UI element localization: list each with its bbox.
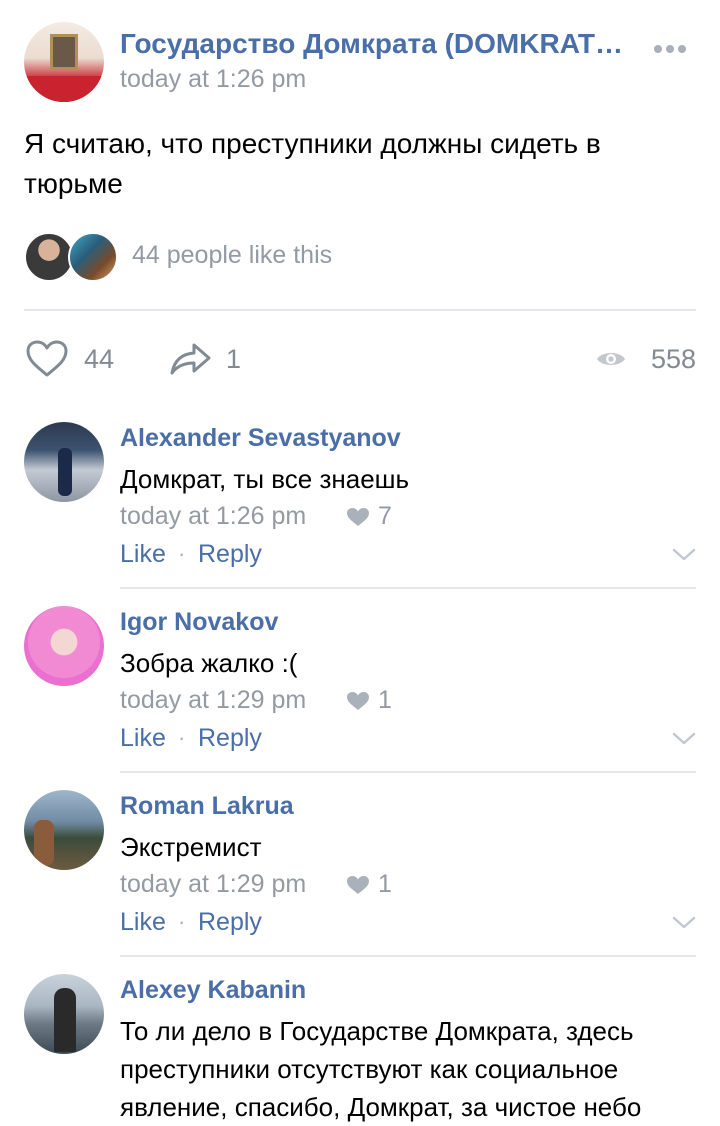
comment-reply-button[interactable]: Reply [198,722,262,754]
likers-text[interactable]: 44 people like this [132,240,332,270]
comment-item: Alexey Kabanin То ли дело в Государстве … [24,974,696,1122]
comment-avatar[interactable] [24,606,104,686]
comment-avatar[interactable] [24,790,104,870]
heart-icon [347,508,369,526]
chevron-down-icon[interactable] [672,916,696,930]
group-avatar-portrait [50,34,78,70]
share-count[interactable]: 1 [226,342,241,376]
comment-timestamp: today at 1:26 pm [120,502,307,530]
comment-avatar[interactable] [24,422,104,502]
liker-avatar[interactable] [68,232,118,282]
comment-meta: today at 1:29 pm 1 [120,868,696,900]
comment-actions: Like · Reply [120,538,696,570]
comment-like-count: 1 [378,870,392,898]
chevron-down-icon[interactable] [672,732,696,746]
comment-like-count: 7 [378,502,392,530]
comment-like-count: 1 [378,686,392,714]
post-header: Государство Домкрата (DOMKRAT… today at … [24,20,696,102]
comment-meta: today at 1:29 pm 1 [120,684,696,716]
comment-reply-button[interactable]: Reply [198,538,262,570]
comment-reply-button[interactable]: Reply [198,906,262,938]
comment-author-link[interactable]: Igor Novakov [120,606,278,638]
comment-text: То ли дело в Государстве Домкрата, здесь… [120,1016,642,1122]
like-count[interactable]: 44 [84,342,114,376]
chevron-down-icon[interactable] [672,548,696,562]
heart-outline-icon[interactable] [26,340,68,378]
comment-actions: Like · Reply [120,722,696,754]
view-count: 558 [650,344,696,374]
comment-actions: Like · Reply [120,906,696,938]
post-action-bar: 44 1 558 [24,334,696,384]
separator-dot: · [178,541,186,566]
divider [120,587,696,589]
eye-icon [597,353,625,365]
comment-item: Roman Lakrua Экстремист today at 1:29 pm… [24,790,696,940]
divider [120,955,696,957]
comment-text: Экстремист [120,832,262,862]
post-timestamp[interactable]: today at 1:26 pm [120,64,306,94]
comment-author-link[interactable]: Alexander Sevastyanov [120,422,401,454]
comment-text: Домкрат, ты все знаешь [120,464,410,494]
share-arrow-icon[interactable] [170,342,212,376]
comment-like-button[interactable]: Like [120,906,166,938]
comment-author-link[interactable]: Roman Lakrua [120,790,294,822]
separator-dot: · [178,909,186,934]
comment-author-link[interactable]: Alexey Kabanin [120,974,306,1006]
group-name-link[interactable]: Государство Домкрата (DOMKRAT… [120,26,640,62]
group-avatar[interactable] [24,22,104,102]
more-dots-icon[interactable] [654,40,690,53]
group-avatar-banner [24,76,104,102]
comment-avatar[interactable] [24,974,104,1054]
liker-avatar[interactable] [24,232,74,282]
comment-timestamp: today at 1:29 pm [120,686,307,714]
comment-like-button[interactable]: Like [120,538,166,570]
comment-text: Зобра жалко :( [120,648,298,678]
comment-timestamp: today at 1:29 pm [120,870,307,898]
divider [24,309,696,311]
comment-meta: today at 1:26 pm 7 [120,500,696,532]
post-text: Я считаю, что преступники должны сидеть … [24,128,601,199]
comment-item: Alexander Sevastyanov Домкрат, ты все зн… [24,422,696,572]
separator-dot: · [178,725,186,750]
divider [120,771,696,773]
heart-icon [347,692,369,710]
comment-item: Igor Novakov Зобра жалко :( today at 1:2… [24,606,696,756]
likers-summary[interactable]: 44 people like this [24,232,696,282]
heart-icon [347,876,369,894]
comment-like-button[interactable]: Like [120,722,166,754]
